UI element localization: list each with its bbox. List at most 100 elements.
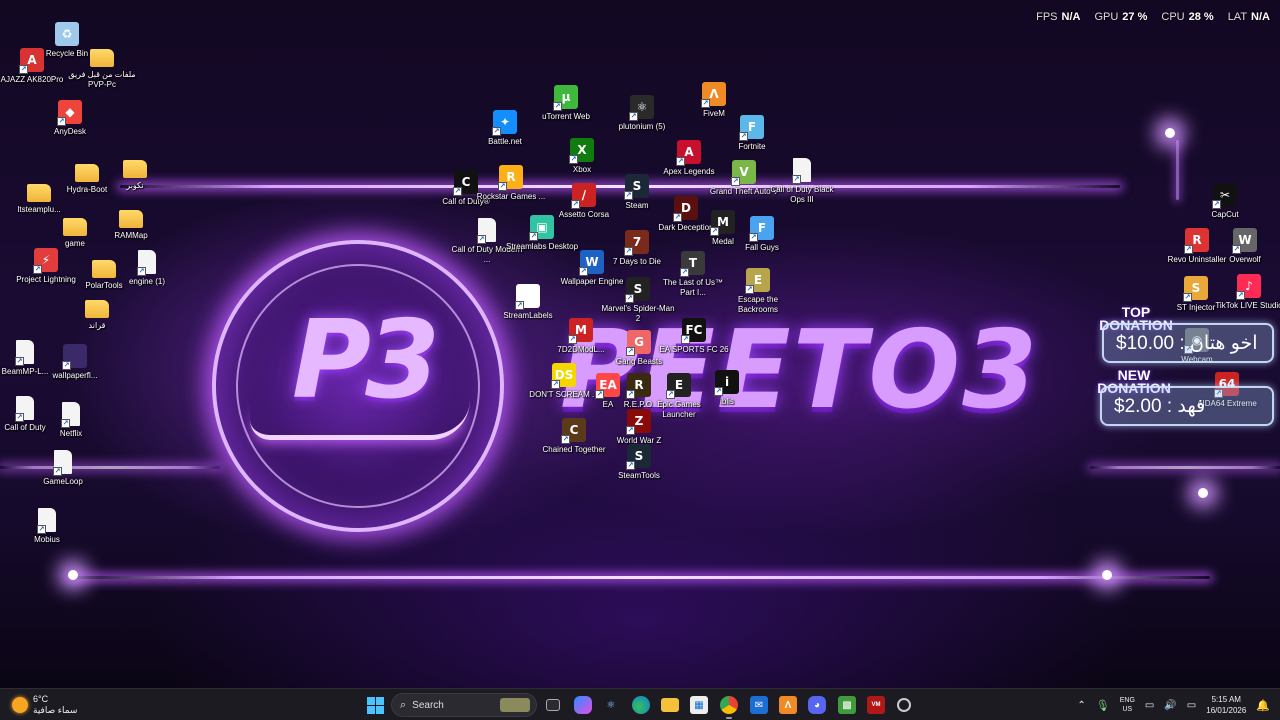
start-button[interactable] [366, 695, 384, 715]
desktop-shortcut[interactable]: نكوبر [98, 156, 172, 191]
wallpaper-neon-bottom [70, 576, 1210, 579]
desktop-shortcut-label: AJAZZ AK820Pro [0, 75, 64, 84]
battlenet-icon: ✦ ↗ [492, 110, 517, 136]
desktop-shortcut[interactable]: ▣ ↗ StreamLabels [491, 284, 565, 321]
desktop-shortcut[interactable]: S ↗ SteamTools [602, 444, 676, 481]
desktop-shortcut[interactable]: i ↗ iblis [690, 370, 764, 407]
volume-icon[interactable]: 🔊 [1164, 700, 1176, 711]
shortcut-arrow-icon: ↗ [561, 435, 570, 444]
desktop[interactable]: P3 PEETO3 ♻ Recycle Bin ملفات من قبل فريق … [0, 0, 1280, 688]
desktop-shortcut[interactable]: ⚛ ↗ plutonium (5) [605, 95, 679, 132]
shortcut-arrow-icon: ↗ [710, 227, 719, 236]
latency-stat: LAT N/A [1227, 11, 1270, 23]
shortcut-arrow-icon: ↗ [515, 301, 524, 310]
desktop-shortcut-label: Fortnite [738, 142, 766, 151]
desktop-shortcut[interactable]: ♪ ↗ TikTok LIVE Studio [1212, 274, 1280, 311]
clock-date: 16/01/2026 [1206, 706, 1247, 715]
desktop-shortcut-label: Escape the Backrooms [737, 295, 779, 314]
shortcut-arrow-icon: ↗ [529, 232, 538, 241]
desktop-shortcut[interactable]: ▣ ↗ Streamlabs Desktop [505, 215, 579, 252]
wallpaper-flare [68, 570, 78, 580]
copilot-button[interactable] [574, 695, 592, 715]
desktop-shortcut[interactable]: ↗ engine (1) [110, 250, 184, 287]
taskbar-app-mail[interactable]: ✉ [750, 695, 768, 715]
desktop-shortcut[interactable]: ↗ Mobius [10, 508, 84, 545]
taskbar-app-store[interactable]: ▦ [690, 695, 708, 715]
task-view-button[interactable] [546, 695, 560, 715]
file-icon: ↗ [37, 508, 56, 534]
folder-icon [75, 164, 99, 182]
taskbar-search[interactable]: ⌕ Search [391, 693, 537, 717]
desktop-shortcut[interactable]: ✂ ↗ CapCut [1188, 183, 1262, 220]
notifications-bell-icon[interactable]: 🔔 [1256, 699, 1270, 712]
desktop-shortcut[interactable]: ◆ ↗ AnyDesk [33, 100, 107, 137]
taskbar-app-chrome[interactable] [720, 695, 738, 719]
fivem-icon: Λ ↗ [701, 82, 726, 108]
revo-icon: R ↗ [1184, 228, 1209, 254]
assetto-icon: / ↗ [571, 183, 596, 209]
taskbar-clock[interactable]: 5:15 AM 16/01/2026 [1206, 694, 1246, 716]
taskbar-app-voicemeeter[interactable]: VM [867, 695, 885, 715]
desktop-shortcut[interactable]: ↗ wallpaperfl... [38, 344, 112, 381]
desktop-shortcut[interactable]: ✦ ↗ Battle.net [468, 110, 542, 147]
file-icon: ↗ [15, 340, 34, 366]
shortcut-arrow-icon: ↗ [477, 235, 486, 244]
desktop-shortcut-label: 7D2DModL... [557, 345, 605, 354]
desktop-shortcut[interactable]: X ↗ Xbox [545, 138, 619, 175]
desktop-shortcut[interactable]: Z ↗ World War Z [602, 409, 676, 446]
microphone-icon[interactable]: 🎙 [1096, 699, 1110, 712]
taskbar-app-fivem[interactable]: Λ [779, 695, 797, 715]
network-icon[interactable]: ▭ [1145, 700, 1154, 711]
shortcut-arrow-icon: ↗ [626, 426, 635, 435]
shortcut-arrow-icon: ↗ [624, 191, 633, 200]
desktop-shortcut[interactable]: ↗ GameLoop [26, 450, 100, 487]
desktop-shortcut-label: GameLoop [43, 477, 83, 486]
weather-widget[interactable]: 6°C سماء صافية [12, 692, 77, 718]
shortcut-arrow-icon: ↗ [15, 413, 24, 422]
desktop-shortcut[interactable]: ↗ Netflix [34, 402, 108, 439]
desktop-shortcut[interactable]: E ↗ Escape the Backrooms [721, 268, 795, 315]
desktop-shortcut[interactable]: قراند [60, 296, 134, 331]
weather-temperature: 6°C [33, 694, 49, 704]
taskbar-app-discord[interactable]: ◕ [808, 695, 826, 715]
desktop-shortcut[interactable]: Itsteamplu... [2, 180, 76, 215]
desktop-shortcut[interactable]: ملفات من قبل فريق PVP-Pc [65, 45, 139, 90]
desktop-shortcut[interactable]: R ↗ Rockstar Games ... [474, 165, 548, 202]
desktop-shortcut[interactable]: FC ↗ EA SPORTS FC 26 [657, 318, 731, 355]
wallpaper-neon-mid-right [1090, 466, 1280, 469]
eafc-icon: FC ↗ [681, 318, 706, 344]
taskbar-app-atom[interactable]: ⚛ [602, 695, 620, 715]
taskbar-app-explorer[interactable] [661, 695, 679, 715]
desktop-shortcut[interactable]: Λ ↗ FiveM [677, 82, 751, 119]
shortcut-arrow-icon: ↗ [37, 525, 46, 534]
desktop-shortcut[interactable]: A ↗ AJAZZ AK820Pro [0, 48, 69, 85]
desktop-shortcut-label: نكوبر [126, 181, 144, 190]
shortcut-arrow-icon: ↗ [681, 335, 690, 344]
desktop-shortcut-label: SteamTools [618, 471, 660, 480]
ajazz-icon: A ↗ [19, 48, 44, 74]
shortcut-arrow-icon: ↗ [625, 294, 634, 303]
desktop-shortcut[interactable]: RAMMap [94, 206, 168, 241]
overwolf-icon: W ↗ [1232, 228, 1257, 254]
capcut-icon: ✂ ↗ [1212, 183, 1237, 209]
battery-icon[interactable]: ▭ [1187, 700, 1196, 711]
weather-description: سماء صافية [33, 705, 78, 715]
taskbar-app-edge[interactable] [632, 695, 650, 715]
gta-icon: V ↗ [731, 160, 756, 186]
shortcut-arrow-icon: ↗ [626, 390, 635, 399]
desktop-shortcut[interactable]: S ↗ Marvel's Spider-Man 2 [601, 277, 675, 324]
desktop-shortcut[interactable]: ↗ Call of Duty Black Ops III [765, 158, 839, 205]
input-language-indicator[interactable]: ENG US [1120, 696, 1135, 714]
desktop-shortcut-label: engine (1) [128, 277, 166, 286]
shortcut-arrow-icon: ↗ [739, 132, 748, 141]
taskbar-app-steam-tools[interactable] [897, 695, 911, 715]
desktop-shortcut[interactable]: W ↗ Overwolf [1208, 228, 1280, 265]
shortcut-arrow-icon: ↗ [553, 102, 562, 111]
shortcut-arrow-icon: ↗ [701, 99, 710, 108]
desktop-shortcut[interactable]: F ↗ Fall Guys [725, 216, 799, 253]
tray-overflow-chevron-up-icon[interactable]: ⌃ [1077, 700, 1085, 711]
taskbar-app-minecraft[interactable]: ▩ [838, 695, 856, 715]
desktop-shortcut[interactable]: F ↗ Fortnite [715, 115, 789, 152]
shortcut-arrow-icon: ↗ [33, 265, 42, 274]
desktop-shortcut[interactable]: C ↗ Chained Together [537, 418, 611, 455]
